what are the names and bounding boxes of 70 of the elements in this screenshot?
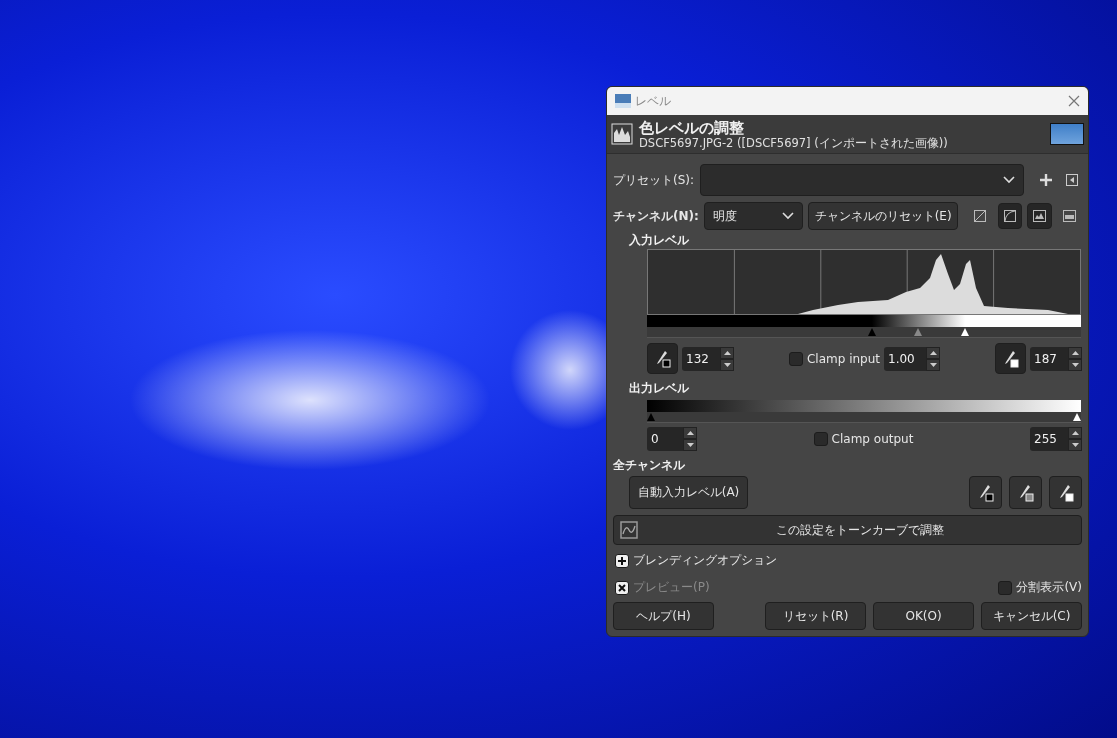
increment-button[interactable] [683, 427, 697, 439]
channel-dropdown[interactable]: 明度 [703, 202, 804, 230]
log-scale-button[interactable] [997, 203, 1023, 229]
caret-icon [782, 212, 795, 220]
image-thumbnail [1050, 123, 1084, 145]
channel-label: チャンネル(N): [613, 207, 699, 225]
eyedropper-button[interactable] [995, 343, 1026, 374]
eyedropper-icon [977, 483, 994, 502]
dialog-button[interactable]: ヘルプ(H) [613, 602, 714, 630]
window-title: レベル [635, 92, 672, 110]
section-heading: 出力レベル [629, 380, 689, 397]
slider-handle[interactable] [867, 328, 876, 336]
dialog-heading: 色レベルの調整 [639, 118, 745, 137]
number-field[interactable]: 1.00 [884, 346, 927, 371]
blending-options-label[interactable]: ブレンディングオプション [633, 552, 777, 569]
eyedropper-button[interactable] [969, 476, 1002, 509]
number-field[interactable]: 132 [682, 346, 720, 371]
increment-button[interactable] [1068, 346, 1082, 359]
down-arrow-icon [686, 443, 694, 447]
number-field[interactable]: 255 [1030, 427, 1068, 451]
section-heading: 入力レベル [629, 232, 689, 249]
plus-icon[interactable] [1040, 174, 1052, 186]
close-icon[interactable] [1068, 95, 1080, 107]
preset-label: プリセット(S): [613, 171, 695, 189]
increment-button[interactable] [926, 346, 941, 359]
slider-handle[interactable] [913, 328, 922, 336]
checkbox[interactable] [998, 580, 1013, 595]
up-arrow-icon [929, 350, 937, 355]
eyedropper-icon [654, 349, 671, 368]
reset-channel-button[interactable]: チャンネルのリセット(E) [808, 202, 958, 230]
checkbox-label: Clamp output [831, 432, 914, 446]
up-arrow-icon [686, 431, 694, 435]
increment-button[interactable] [1068, 427, 1082, 439]
decrement-button[interactable] [1068, 439, 1082, 451]
dialog-button[interactable]: OK(O) [873, 602, 974, 630]
up-arrow-icon [723, 350, 731, 355]
number-field[interactable]: 187 [1030, 346, 1068, 371]
expand-icon[interactable] [615, 553, 629, 568]
checkbox[interactable] [788, 351, 803, 366]
auto-input-levels-button[interactable]: 自動入力レベル(A) [629, 476, 748, 509]
curve-graph-icon [1004, 210, 1017, 222]
curve-icon [620, 521, 638, 539]
checkbox-label: 分割表示(V) [1016, 579, 1082, 596]
app-icon [615, 94, 631, 108]
eyedropper-button[interactable] [647, 343, 678, 374]
dialog-button[interactable]: キャンセル(C) [981, 602, 1082, 630]
checkbox-label: Clamp input [806, 351, 881, 366]
eyedropper-button[interactable] [1009, 476, 1042, 509]
dialog-button[interactable]: リセット(R) [765, 602, 866, 630]
eyedropper-icon [1057, 483, 1074, 502]
section-heading: 全チャンネル [613, 457, 685, 474]
image-name: DSCF5697.JPG-2 ([DSCF5697] (インポートされた画像)) [639, 136, 949, 150]
edit-in-curves-button[interactable]: この設定をトーンカーブで調整 [613, 515, 1082, 545]
down-arrow-icon [929, 362, 937, 367]
eyedropper-icon [1002, 349, 1019, 368]
number-field[interactable]: 0 [647, 427, 683, 451]
histogram-view-button[interactable] [1027, 203, 1053, 229]
down-arrow-icon [723, 362, 731, 367]
preview-label: プレビュー(P) [633, 579, 710, 596]
up-arrow-icon [1071, 350, 1079, 355]
caret-icon [1003, 176, 1016, 184]
up-arrow-icon [1071, 431, 1079, 435]
eyedropper-icon [1017, 483, 1034, 502]
down-arrow-icon [1071, 443, 1079, 447]
line-graph-icon [974, 210, 987, 222]
checkbox[interactable] [813, 432, 828, 446]
eyedropper-button[interactable] [1049, 476, 1082, 509]
decrement-button[interactable] [683, 439, 697, 451]
down-arrow-icon [1071, 362, 1079, 367]
increment-button[interactable] [720, 346, 734, 359]
